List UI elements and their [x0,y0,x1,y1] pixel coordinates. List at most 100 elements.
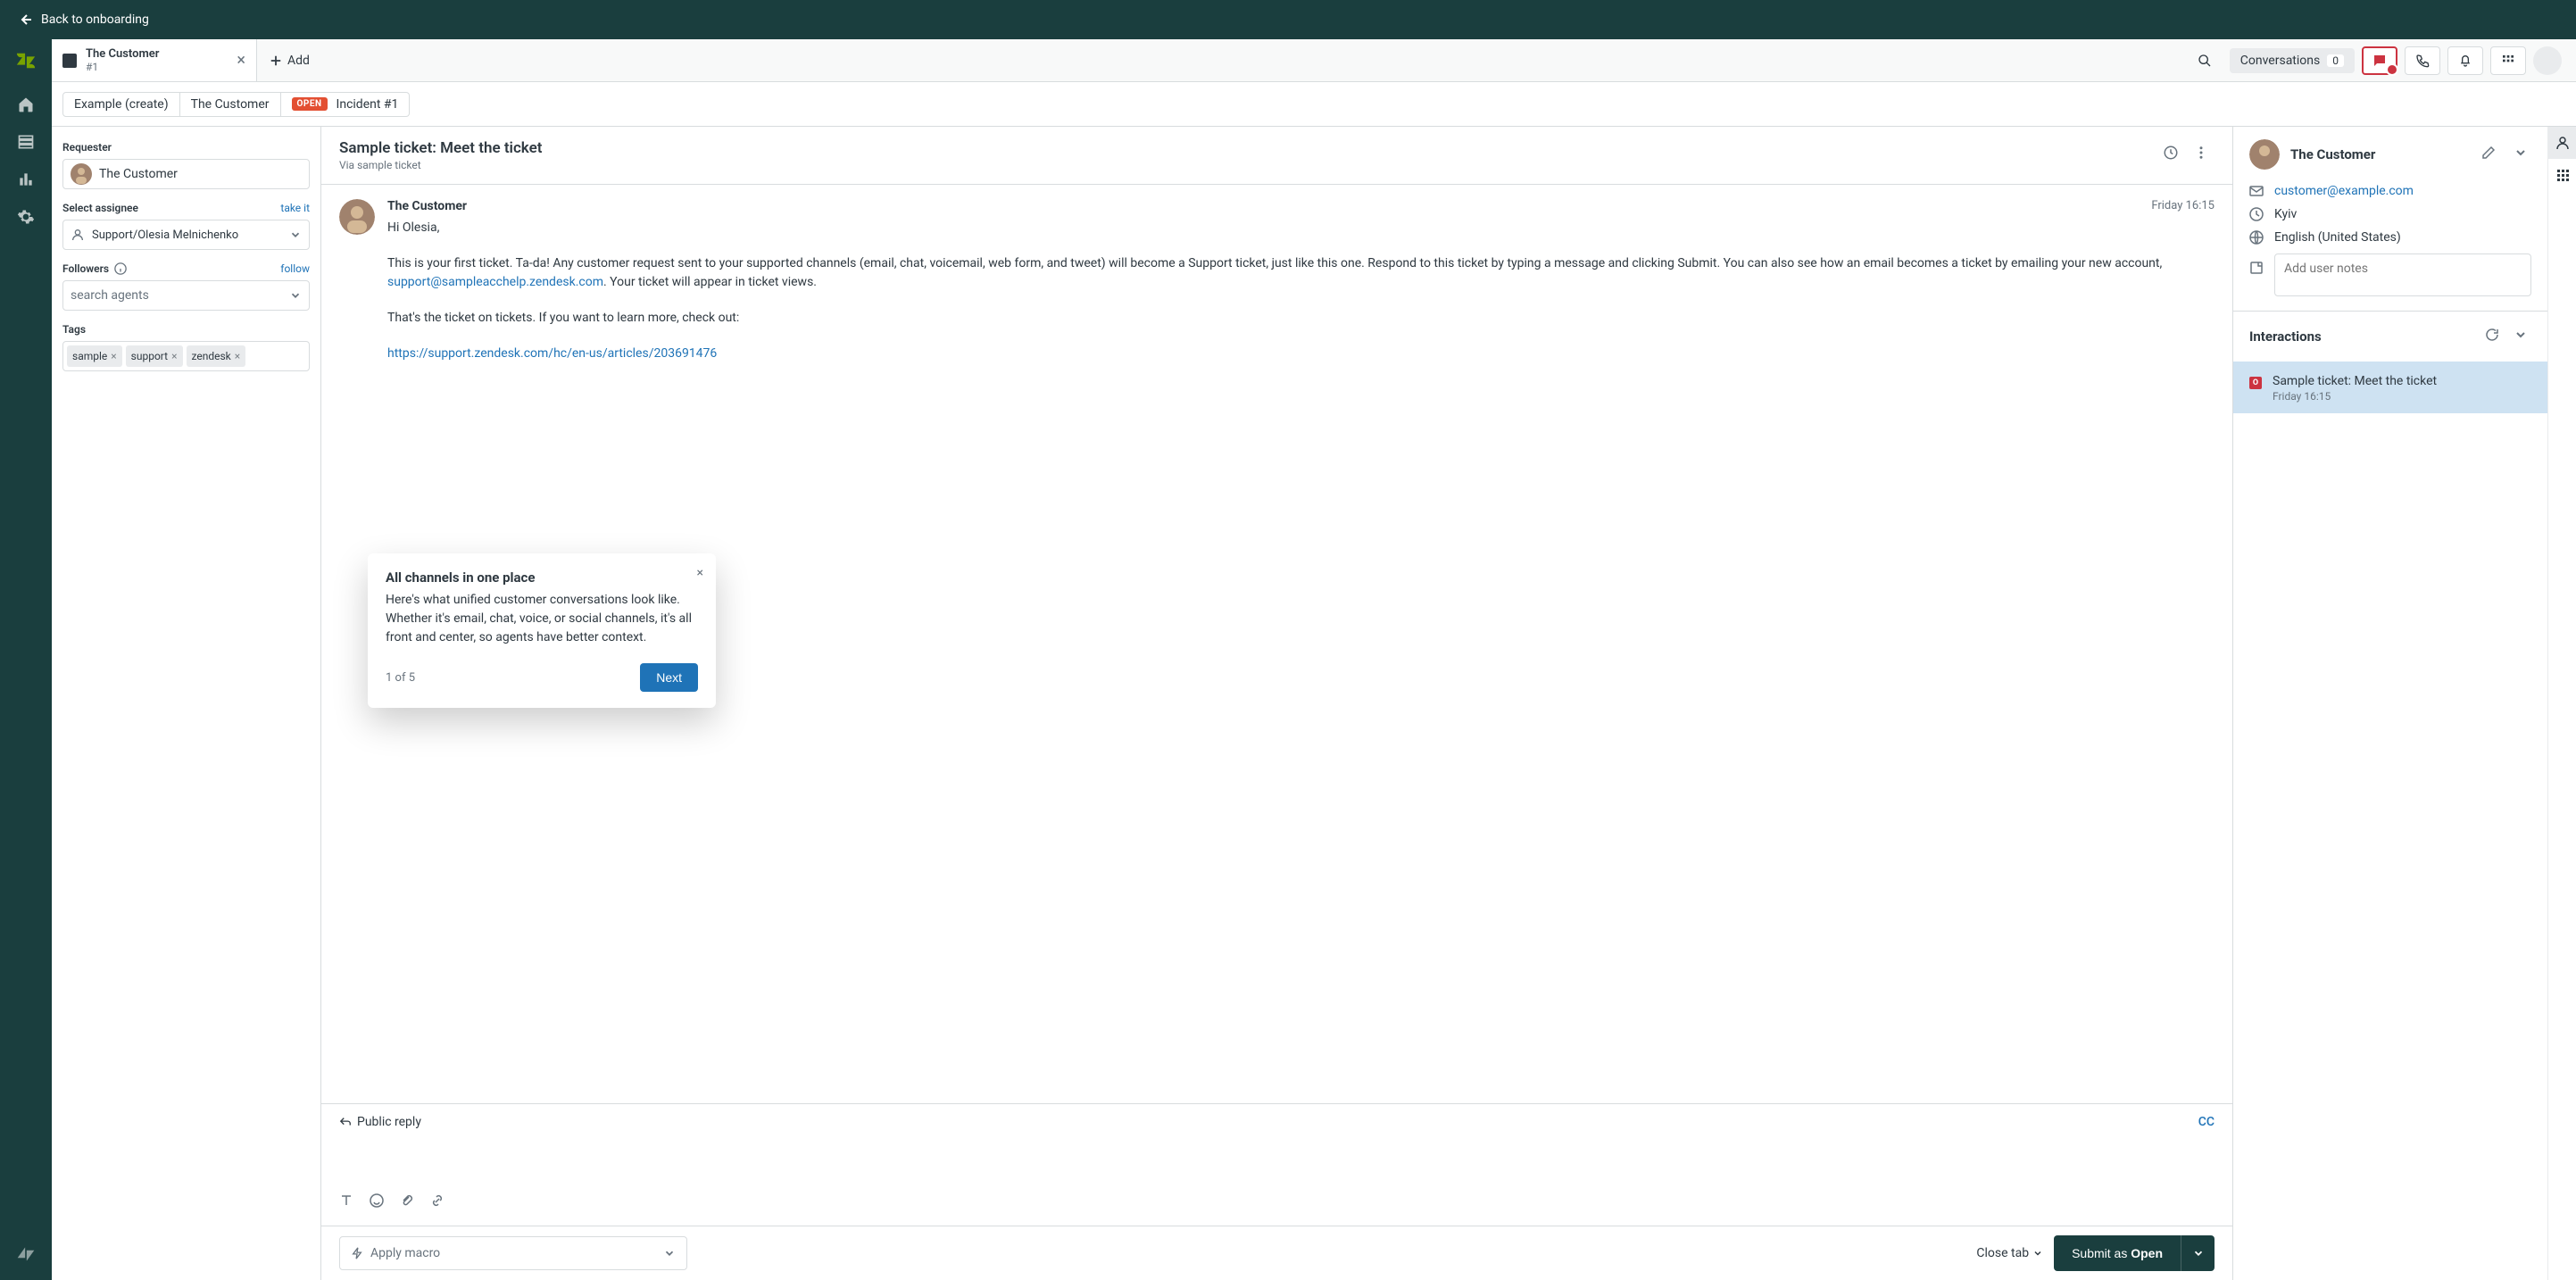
conversations-count: 0 [2327,54,2344,67]
arrow-left-icon [18,12,32,27]
back-to-onboarding[interactable]: Back to onboarding [0,0,2576,39]
cc-button[interactable]: CC [2198,1115,2215,1129]
user-notes-textarea[interactable] [2274,254,2531,296]
nav-reports[interactable] [9,162,43,196]
assignee-label: Select assignee [62,202,138,214]
tag-item[interactable]: sample× [67,345,122,367]
conversations-button[interactable]: Conversations 0 [2230,48,2355,73]
context-user-button[interactable] [2548,127,2576,159]
more-button[interactable] [2188,139,2215,166]
crumb-example[interactable]: Example (create) [62,92,180,117]
follow-link[interactable]: follow [280,262,310,275]
interactions-expand-button[interactable] [2510,324,2531,349]
back-label: Back to onboarding [41,12,149,27]
message-author: The Customer [387,199,467,213]
ticket-sidebar: Requester The Customer Select assignee t… [52,127,321,1280]
user-location-row: Kyiv [2249,207,2531,221]
chat-alert-button[interactable] [2362,46,2397,75]
help-article-link[interactable]: https://support.zendesk.com/hc/en-us/art… [387,346,717,361]
bell-icon [2458,54,2472,68]
onboarding-popover: × All channels in one place Here's what … [368,553,716,708]
tags-field[interactable]: sample× support× zendesk× [62,341,310,371]
crumb-incident[interactable]: OPEN Incident #1 [281,92,411,117]
refresh-interactions-button[interactable] [2481,324,2503,349]
chevron-down-icon [2032,1248,2043,1259]
bolt-icon [351,1247,363,1259]
reply-type-dropdown[interactable]: Public reply [339,1115,421,1129]
user-expand-button[interactable] [2510,142,2531,167]
status-badge: O [2249,377,2262,389]
note-icon [2249,261,2264,275]
requester-field[interactable]: The Customer [62,159,310,189]
add-tab-button[interactable]: Add [257,39,322,81]
refresh-icon [2485,328,2499,342]
message-time: Friday 16:15 [2151,199,2215,213]
tab-sub: #1 [86,61,159,73]
clock-icon [2163,145,2179,161]
tag-item[interactable]: zendesk× [187,345,246,367]
close-tab-icon[interactable]: × [237,51,245,70]
emoji-icon [370,1193,384,1208]
user-name: The Customer [2290,146,2467,162]
support-email-link[interactable]: support@sampleacchelp.zendesk.com [387,275,603,289]
popover-close-icon[interactable]: × [697,566,703,580]
close-tab-button[interactable]: Close tab [1976,1246,2043,1260]
tag-remove-icon[interactable]: × [111,350,116,362]
message-body: This is your first ticket. Ta-da! Any cu… [387,254,2215,293]
emoji-button[interactable] [370,1193,384,1211]
avatar [2249,139,2280,170]
phone-button[interactable] [2405,46,2440,75]
format-text-button[interactable] [339,1193,353,1211]
bottom-action-bar: Apply macro Close tab Submit as Open [321,1226,2232,1280]
add-label: Add [287,54,310,68]
submit-button[interactable]: Submit as Open [2054,1235,2181,1271]
right-rail [2547,127,2576,1280]
nav-views[interactable] [9,125,43,159]
tag-remove-icon[interactable]: × [235,350,240,362]
assignee-value: Support/Olesia Melnichenko [92,229,238,242]
link-icon [430,1193,445,1208]
followers-dropdown[interactable]: search agents [62,280,310,311]
apps-icon [2555,168,2570,182]
zendesk-logo-icon [15,50,37,75]
chevron-down-icon [289,289,302,302]
notifications-button[interactable] [2447,46,2483,75]
history-button[interactable] [2157,139,2184,166]
tag-remove-icon[interactable]: × [171,350,177,362]
link-button[interactable] [430,1193,445,1211]
take-it-link[interactable]: take it [280,202,310,214]
phone-icon [2415,54,2430,68]
crumb-customer[interactable]: The Customer [180,92,281,117]
ticket-tab[interactable]: The Customer #1 × [52,39,257,81]
search-icon [2198,54,2212,68]
popover-body: Here's what unified customer conversatio… [386,591,698,647]
ticket-title: Sample ticket: Meet the ticket [339,139,542,157]
tag-item[interactable]: support× [126,345,183,367]
apply-macro-dropdown[interactable]: Apply macro [339,1236,687,1270]
profile-avatar-button[interactable] [2533,46,2562,75]
search-button[interactable] [2187,46,2223,75]
tab-title: The Customer [86,47,159,62]
tab-bar: The Customer #1 × Add Conversations 0 [52,39,2576,82]
apps-button[interactable] [2490,46,2526,75]
edit-user-button[interactable] [2478,142,2499,167]
interaction-item[interactable]: O Sample ticket: Meet the ticket Friday … [2233,362,2547,413]
attach-button[interactable] [400,1193,414,1211]
status-badge: OPEN [292,97,328,111]
popover-title: All channels in one place [386,569,698,586]
apps-grid-icon [2501,54,2515,68]
plus-icon [270,54,282,67]
text-icon [339,1193,353,1208]
submit-dropdown[interactable] [2181,1235,2215,1271]
left-nav-rail [0,39,52,1280]
nav-home[interactable] [9,87,43,121]
popover-next-button[interactable]: Next [640,663,698,692]
chevron-down-icon [2514,145,2528,160]
user-email-row: customer@example.com [2249,184,2531,198]
user-email-link[interactable]: customer@example.com [2274,184,2414,198]
context-apps-button[interactable] [2548,159,2576,191]
clock-icon [2249,207,2264,221]
assignee-dropdown[interactable]: Support/Olesia Melnichenko [62,220,310,250]
info-icon [114,262,127,275]
nav-admin[interactable] [9,200,43,234]
